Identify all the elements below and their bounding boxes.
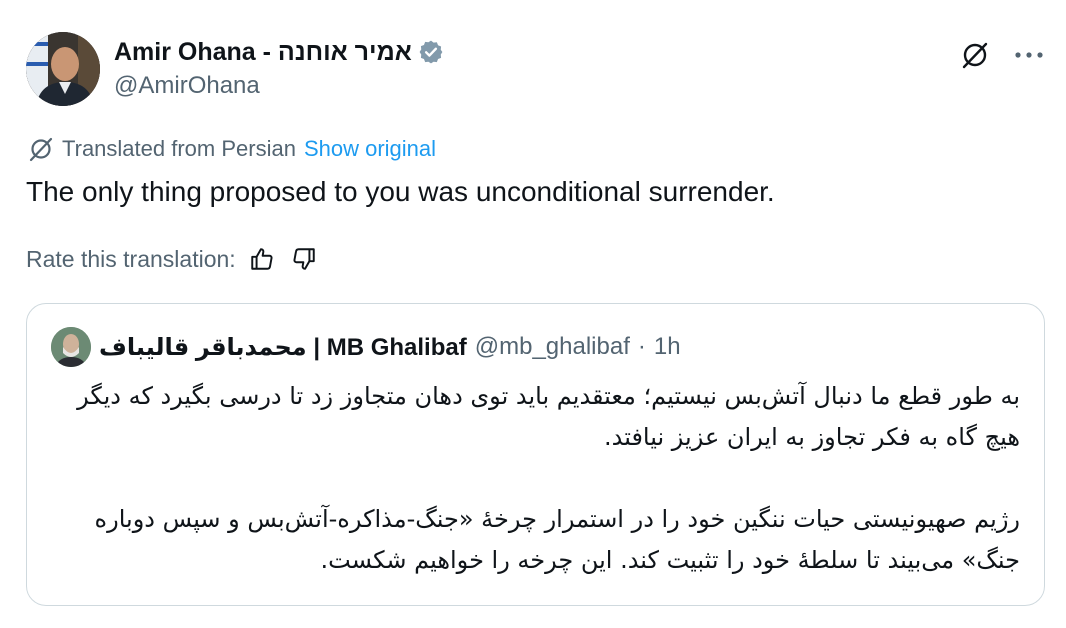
quoted-paragraph: رژیم صهیونیستی حیات ننگین خود را در استم…: [94, 505, 1020, 574]
tweet-text: The only thing proposed to you was uncon…: [26, 176, 775, 207]
quoted-author-avatar[interactable]: [51, 327, 91, 367]
translate-icon[interactable]: [958, 38, 992, 72]
verified-badge-icon: [418, 39, 444, 65]
quoted-tweet-text: به طور قطع ما دنبال آتش‌بس نیستیم؛ معتقد…: [50, 376, 1020, 581]
rate-translation: Rate this translation:: [26, 243, 320, 275]
thumbs-down-icon[interactable]: [288, 243, 320, 275]
more-options-icon[interactable]: [1012, 38, 1046, 72]
author-display-name[interactable]: Amir Ohana - אמיר אוחנה: [114, 38, 412, 67]
tweet-header: Amir Ohana - אמיר אוחנה @AmirOhana: [26, 32, 1046, 108]
rate-translation-label: Rate this translation:: [26, 245, 236, 272]
quoted-tweet[interactable]: محمدباقر قالیباف | MB Ghalibaf @mb_ghali…: [26, 303, 1045, 606]
author-avatar[interactable]: [26, 32, 100, 106]
quoted-tweet-time[interactable]: 1h: [654, 333, 681, 361]
meta-separator: ·: [637, 333, 646, 360]
translation-notice: Translated from Persian Show original: [28, 136, 436, 162]
quoted-paragraph: به طور قطع ما دنبال آتش‌بس نیستیم؛ معتقد…: [77, 382, 1020, 451]
author-handle[interactable]: @AmirOhana: [114, 72, 444, 100]
thumbs-up-icon[interactable]: [246, 243, 278, 275]
translate-icon: [28, 136, 54, 162]
quoted-author-handle[interactable]: @mb_ghalibaf: [475, 333, 630, 361]
quoted-tweet-header: محمدباقر قالیباف | MB Ghalibaf @mb_ghali…: [51, 327, 681, 367]
quoted-author-name[interactable]: محمدباقر قالیباف | MB Ghalibaf: [99, 333, 467, 362]
translated-from-label: Translated from Persian: [62, 136, 296, 161]
show-original-link[interactable]: Show original: [304, 136, 436, 162]
